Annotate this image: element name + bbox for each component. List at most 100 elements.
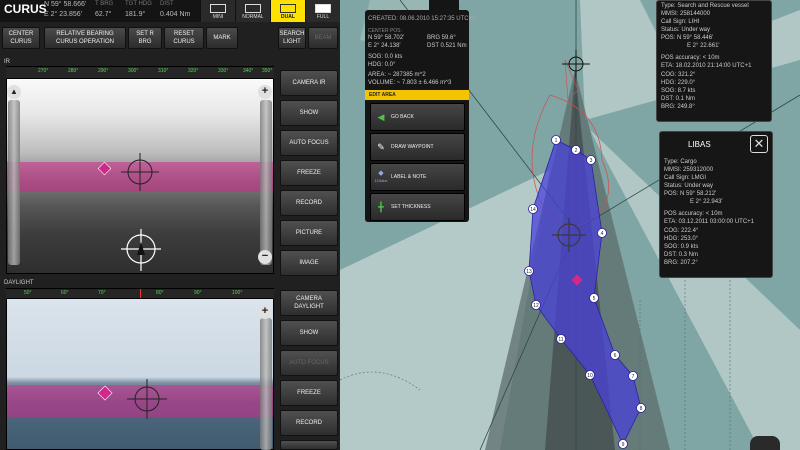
waypoint-marker[interactable]: 11 [556,334,566,344]
edit-area-panel: CREATED: 08.06.2010 15:27:35 UTC+2 CENTE… [365,0,475,222]
view-normal-button[interactable]: NORMAL [235,0,270,22]
daylight-camera-view[interactable] [6,298,274,450]
waypoint-marker[interactable]: 8 [636,403,646,413]
mark-button[interactable]: MARK [206,27,238,49]
waypoint-marker[interactable]: 14 [528,204,538,214]
ir-zoom-slider[interactable] [260,100,272,265]
daylight-overlay-graphics [97,379,167,419]
waypoint-label: 3 [590,158,593,164]
waypoint-label: 1 [555,138,558,144]
beam-button[interactable]: BEAM [308,27,338,49]
waypoint-label: 9 [622,442,625,448]
draw-waypoint-button[interactable]: ✎ DRAW WAYPOINT [370,133,465,161]
ir-crosshair-icon [121,153,159,191]
go-back-button[interactable]: ◀ GO BACK [370,103,465,131]
waypoint-marker[interactable]: 4 [597,228,607,238]
dist-label: DIST [160,1,174,7]
ir-show-button[interactable]: SHOW [280,100,338,126]
waypoint-label: 6 [614,353,617,359]
brg-label: T BRG [95,1,114,7]
waypoint-label: 13 [526,269,532,275]
mini-view-icon [210,4,226,13]
daylight-label: DAYLIGHT [4,280,34,286]
zoom-in-icon[interactable]: + [258,85,272,99]
waypoint-marker[interactable]: 10 [585,370,595,380]
waypoint-marker[interactable]: 9 [618,439,628,449]
waypoint-marker[interactable]: 13 [524,266,534,276]
brg-value: 62.7° [95,11,112,18]
relative-bearing-button[interactable]: RELATIVE BEARING CURUS OPERATION [44,27,126,49]
view-dual-button[interactable]: DUAL [270,0,305,22]
camera-ir-button[interactable]: CAMERA IR [280,70,338,96]
day-image-button[interactable] [280,440,338,450]
vessel-name: LIBAS [688,140,711,149]
close-icon[interactable]: ✕ [750,135,768,153]
libas-info-panel: LIBAS ✕ Type: Cargo MMSI: 259312000 Call… [659,131,773,278]
ir-record-button[interactable]: RECORD [280,190,338,216]
day-record-button[interactable]: RECORD [280,410,338,436]
waypoint-label: 4 [601,231,604,237]
waypoint-label: 14 [530,207,536,213]
waypoint-label: 11 [558,337,563,343]
ir-image-button[interactable]: IMAGE [280,250,338,276]
waypoint-label: 12 [533,303,539,309]
reset-curus-button[interactable]: RESET CURUS [164,27,204,49]
normal-view-icon [245,4,261,13]
draw-waypoint-icon: ✎ [377,141,385,152]
vessel-info-panel: Type: Search and Rescue vessel MMSI: 258… [656,0,772,122]
label-note-button[interactable]: ◆ 123abc LABEL & NOTE [370,163,465,191]
scroll-handle[interactable] [750,436,780,450]
camera-panel: CURUS N 59° 58.666' E 2° 23.856' T BRG 6… [0,0,340,450]
waypoint-marker[interactable]: 6 [610,350,620,360]
waypoint-label: 2 [575,148,578,154]
target-lon: E 2° 23.856' [44,11,82,18]
tilt-icon[interactable]: ▲ [7,85,21,99]
waypoint-marker[interactable]: 3 [586,155,596,165]
waypoint-label: 5 [593,296,596,302]
waypoint-label: 8 [640,406,643,412]
set-thickness-button[interactable]: ╋ SET THICKNESS [370,193,465,221]
view-full-button[interactable]: FULL [305,0,340,22]
ir-compass-strip: 270° 280° 290° 300° 310° 320° 330° 340° … [6,66,274,78]
waypoint-marker[interactable]: 12 [531,300,541,310]
waypoint-label: 10 [587,373,593,379]
ir-auto-focus-button[interactable]: AUTO FOCUS [280,130,338,156]
arrow-left-icon: ◀ [377,111,385,122]
ir-overlay-graphics [97,153,161,271]
waypoint-marker[interactable]: 5 [589,293,599,303]
ir-freeze-button[interactable]: FREEZE [280,160,338,186]
daylight-crosshair-icon [127,379,167,419]
search-light-button[interactable]: SEARCH LIGHT [278,27,306,49]
dual-view-icon [280,4,296,13]
ir-tilt-slider[interactable] [8,100,20,265]
day-show-button[interactable]: SHOW [280,320,338,346]
ir-camera-view[interactable] [6,78,274,274]
day-auto-focus-button[interactable]: AUTO FOCUS [280,350,338,376]
thickness-icon: ╋ [378,201,384,212]
waypoint-marker[interactable]: 7 [628,371,638,381]
full-view-icon [315,4,331,13]
view-mini-button[interactable]: MINI [200,0,235,22]
ir-picture-button[interactable]: PICTURE [280,220,338,246]
zoom-out-icon[interactable]: − [258,250,272,264]
ir-target-marker [97,161,112,176]
label-note-icon: ◆ 123abc [374,170,388,183]
daylight-zoom-slider[interactable] [260,318,272,450]
hdg-label: TGT HDG [125,1,152,7]
center-curus-button[interactable]: CENTER CURUS [2,27,40,49]
waypoint-label: 7 [632,374,635,380]
ir-label: IR [4,59,10,65]
day-freeze-button[interactable]: FREEZE [280,380,338,406]
target-name: CURUS [4,2,47,16]
daylight-target-marker [97,385,113,401]
dist-value: 0.404 Nm [160,11,191,18]
camera-daylight-button[interactable]: CAMERA DAYLIGHT [280,290,338,316]
target-lat: N 59° 58.666' [44,1,87,8]
edit-area-header: EDIT AREA [365,90,469,100]
set-r-brg-button[interactable]: SET R BRG [128,27,162,49]
daylight-compass-strip: 50° 60° 70° 80° 90° 100° [6,288,274,301]
daylight-zoom-in-icon[interactable]: + [258,305,272,319]
waypoint-marker[interactable]: 2 [571,145,581,155]
hdg-value: 181.9° [125,11,146,18]
waypoint-marker[interactable]: 1 [551,135,561,145]
